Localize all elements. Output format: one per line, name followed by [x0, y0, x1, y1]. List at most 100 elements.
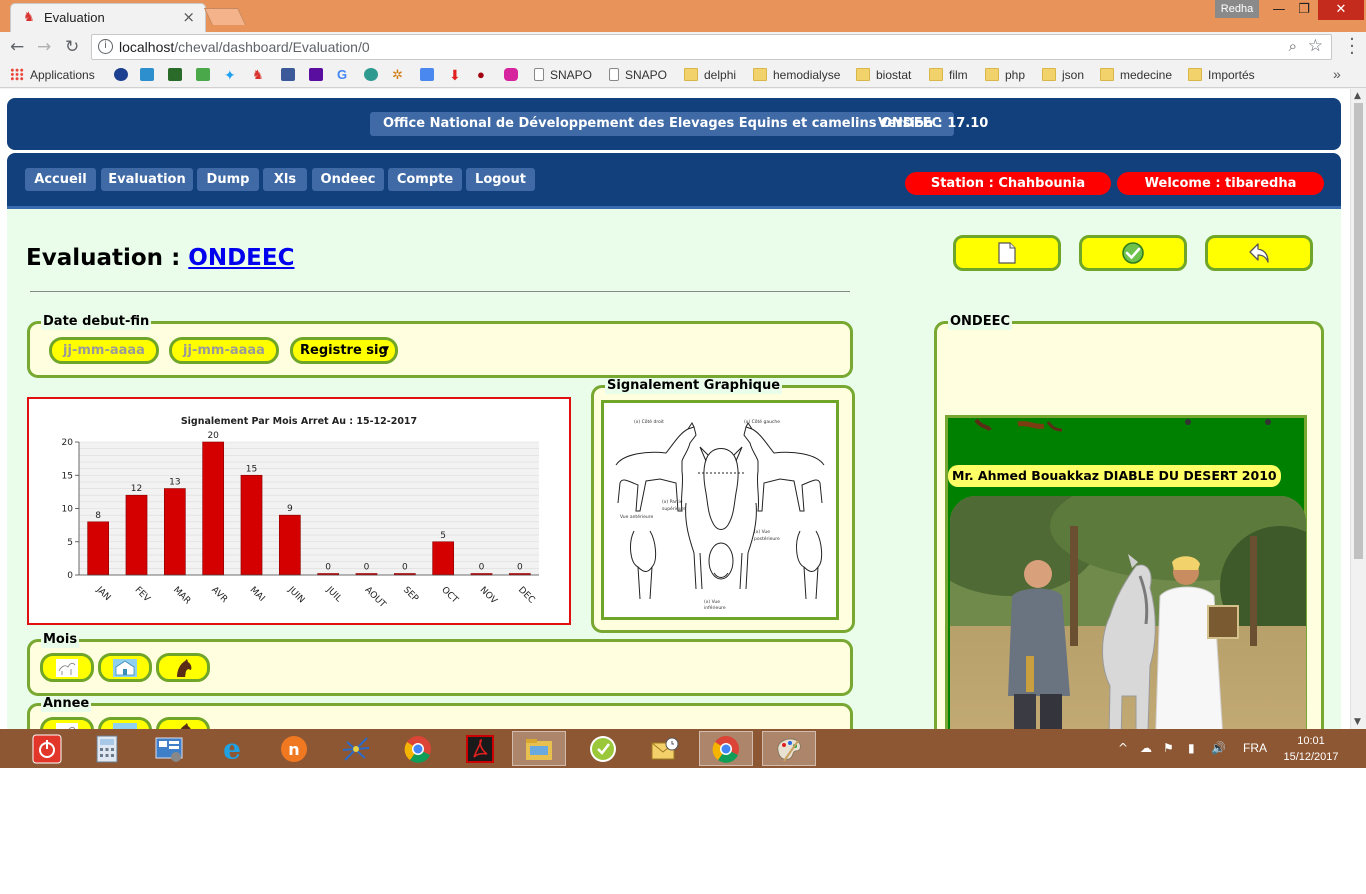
annee-stable-button[interactable] — [98, 717, 152, 729]
nav-dump[interactable]: Dump — [197, 168, 259, 191]
annee-horse-button[interactable] — [156, 717, 210, 729]
bookmark-instagram-icon[interactable] — [504, 67, 524, 83]
action-center-flag-icon[interactable]: ⚑ — [1163, 741, 1174, 755]
taskbar-acrobat[interactable] — [453, 731, 507, 766]
bookmark-site-icon-241[interactable] — [168, 67, 188, 83]
new-tab-button[interactable] — [204, 8, 246, 25]
forward-arrow-icon[interactable]: → — [37, 37, 51, 57]
site-info-icon[interactable]: i — [98, 39, 113, 54]
date-start-input[interactable]: jj-mm-aaaa — [49, 337, 159, 364]
taskbar-chrome[interactable] — [391, 731, 445, 766]
window-titlebar: ♞ Evaluation × Redha — ❐ ✕ — [0, 0, 1366, 32]
bookmark-twitter-icon[interactable]: ✦ — [224, 67, 236, 83]
nav-logout[interactable]: Logout — [466, 168, 535, 191]
nav-evaluation[interactable]: Evaluation — [101, 168, 193, 191]
ondeec-link[interactable]: ONDEEC — [188, 245, 294, 271]
nav-compte[interactable]: Compte — [388, 168, 462, 191]
taskbar-paint[interactable] — [762, 731, 816, 766]
screen: ♞ Evaluation × Redha — ❐ ✕ ← → ↻ i local… — [0, 0, 1366, 768]
nav-accueil[interactable]: Accueil — [25, 168, 96, 191]
registre-select[interactable]: Registre sig ▼ — [290, 337, 398, 364]
bookmark-folder-biostat[interactable]: biostat — [856, 67, 911, 83]
title-divider — [30, 291, 850, 292]
chart-title: Signalement Par Mois Arret Au : 15-12-20… — [181, 416, 417, 427]
scroll-thumb[interactable] — [1354, 103, 1363, 559]
url-host: localhost — [119, 39, 175, 55]
bookmark-download-icon[interactable]: ⬇ — [449, 67, 461, 83]
bookmark-folder-json[interactable]: json — [1042, 67, 1084, 83]
bookmark-yahoo-icon[interactable] — [309, 67, 329, 83]
url-bar[interactable]: i localhost/cheval/dashboard/Evaluation/… — [91, 34, 1332, 60]
bookmark-telegram-icon[interactable] — [140, 67, 160, 83]
bookmarks-overflow-button[interactable]: » — [1333, 66, 1341, 82]
page-scrollbar[interactable]: ▲ ▼ — [1350, 89, 1366, 729]
annee-fieldset: Annee — [27, 696, 853, 729]
bookmark-site-icon-1[interactable] — [114, 67, 134, 83]
bookmark-snapo-1[interactable]: SNAPO — [534, 67, 592, 83]
taskbar-chrome-active[interactable] — [699, 731, 753, 766]
taskbar-green-app[interactable] — [576, 731, 630, 766]
mois-stable-button[interactable] — [98, 653, 152, 682]
browser-menu-icon[interactable]: · · · — [1343, 31, 1361, 63]
browser-tab-evaluation[interactable]: ♞ Evaluation × — [10, 3, 206, 32]
bookmark-folder-medecine[interactable]: medecine — [1100, 67, 1172, 83]
validate-button[interactable] — [1079, 235, 1187, 271]
horse-head-icon — [180, 722, 191, 729]
tab-close-icon[interactable]: × — [182, 8, 195, 26]
battery-icon[interactable]: ▮ — [1188, 741, 1195, 755]
scroll-up-arrow-icon[interactable]: ▲ — [1354, 91, 1361, 101]
chart-grid — [79, 441, 539, 576]
maximize-button[interactable]: ❐ — [1293, 0, 1315, 20]
chart-value-label: 20 — [207, 431, 219, 441]
bookmark-applications[interactable]: Applications — [10, 67, 95, 83]
bookmark-site-icon-5[interactable]: ✲ — [392, 67, 403, 83]
bookmark-folder-delphi[interactable]: delphi — [684, 67, 736, 83]
bookmark-site-icon-4[interactable] — [364, 67, 384, 83]
chrome-icon — [712, 735, 739, 763]
taskbar-calculator[interactable] — [80, 731, 134, 766]
bookmark-star-icon[interactable]: ☆ — [1308, 36, 1323, 56]
mois-horse-button[interactable] — [156, 653, 210, 682]
zoom-search-icon[interactable]: ⌕ — [1289, 37, 1297, 55]
taskbar-mail-app[interactable] — [638, 731, 692, 766]
bookmark-facebook-icon[interactable] — [281, 67, 301, 83]
bookmark-folder-importes[interactable]: Importés — [1188, 67, 1255, 83]
weather-cloud-icon[interactable]: ☁ — [1140, 741, 1152, 755]
volume-icon[interactable]: 🔊 — [1211, 741, 1226, 755]
reload-icon[interactable]: ↻ — [65, 37, 79, 57]
taskbar-power-button[interactable] — [20, 731, 74, 766]
chart-value-label: 8 — [95, 511, 101, 521]
date-end-input[interactable]: jj-mm-aaaa — [169, 337, 279, 364]
taskbar-internet-explorer[interactable]: e — [205, 731, 259, 766]
bookmark-folder-php[interactable]: php — [985, 67, 1025, 83]
bookmark-horse-icon[interactable]: ♞ — [252, 67, 264, 83]
clock-time: 10:01 — [1297, 735, 1325, 747]
folder-icon — [1042, 68, 1056, 81]
minimize-button[interactable]: — — [1268, 0, 1290, 20]
taskbar-network-tool[interactable] — [329, 731, 383, 766]
back-button[interactable] — [1205, 235, 1313, 271]
bookmark-drop-icon[interactable]: ● — [477, 67, 485, 83]
bookmark-google-icon[interactable]: G — [337, 67, 347, 83]
close-window-button[interactable]: ✕ — [1318, 0, 1364, 20]
chart-value-label: 0 — [402, 563, 408, 573]
nav-ondeec[interactable]: Ondeec — [312, 168, 384, 191]
nav-xls[interactable]: Xls — [263, 168, 307, 191]
taskbar-app-n[interactable]: n — [267, 731, 321, 766]
taskbar-file-explorer[interactable] — [512, 731, 566, 766]
show-hidden-icons-button[interactable]: ^ — [1118, 741, 1128, 755]
mois-diagram-button[interactable] — [40, 653, 94, 682]
annee-diagram-button[interactable] — [40, 717, 94, 729]
annee-legend: Annee — [41, 696, 92, 712]
scroll-down-arrow-icon[interactable]: ▼ — [1354, 717, 1361, 727]
new-document-button[interactable] — [953, 235, 1061, 271]
bookmark-folder-hemodialyse[interactable]: hemodialyse — [753, 67, 840, 83]
bookmark-folder-film[interactable]: film — [929, 67, 968, 83]
input-language-indicator[interactable]: FRA — [1243, 741, 1267, 755]
bookmark-translate-icon[interactable] — [420, 67, 440, 83]
taskbar-control-panel[interactable] — [142, 731, 196, 766]
system-clock[interactable]: 10:01 15/12/2017 — [1281, 733, 1341, 765]
bookmark-site-icon-3[interactable] — [196, 67, 216, 83]
bookmark-snapo-2[interactable]: SNAPO — [609, 67, 667, 83]
back-arrow-icon[interactable]: ← — [10, 37, 24, 57]
